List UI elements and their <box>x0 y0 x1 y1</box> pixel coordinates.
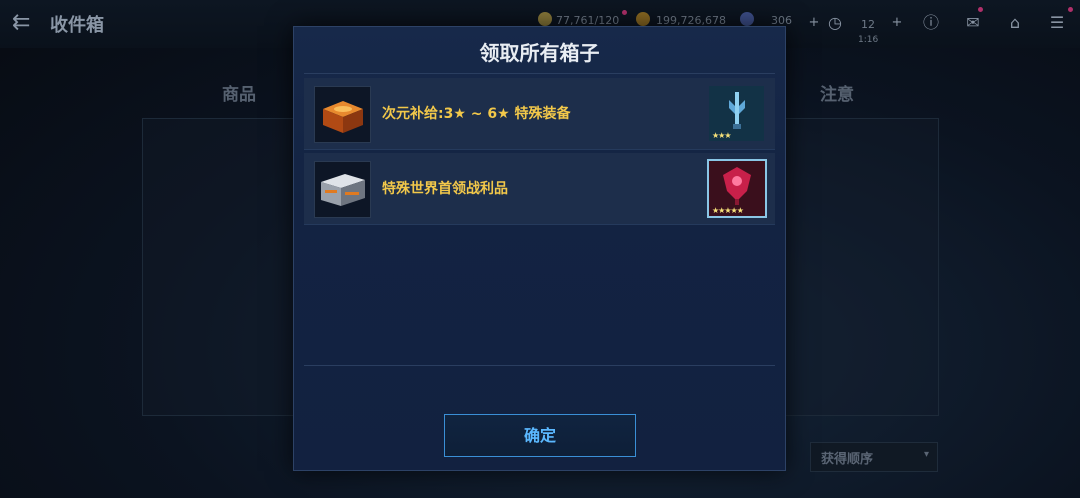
dialog-title: 领取所有箱子 <box>479 41 600 65</box>
boss-loot-item-icon: ★★★★★ <box>707 159 767 218</box>
loot-case-icon <box>314 161 371 218</box>
sort-label: 获得顺序 <box>821 452 874 467</box>
chat-icon[interactable]: ✉ <box>962 12 984 34</box>
home-icon[interactable]: ⌂ <box>1004 12 1026 34</box>
menu-badge <box>1068 7 1073 12</box>
confirm-button[interactable]: 确定 <box>444 414 636 457</box>
reward-row: 次元补给:3★ ~ 6★ 特殊装备 ★★★ <box>304 78 775 150</box>
column-header-items: 商品 <box>222 85 256 105</box>
add-crystal-icon[interactable]: + <box>803 12 825 34</box>
gold-icon <box>636 12 650 26</box>
timer-time: 1:16 <box>858 35 879 45</box>
menu-icon[interactable]: ☰ <box>1046 12 1068 34</box>
back-arrow-icon[interactable]: ⇇ <box>12 10 38 36</box>
rating-stars: ★★★ <box>712 131 731 140</box>
chevron-down-icon: ▾ <box>923 449 929 460</box>
rating-stars: ★★★★★ <box>712 206 744 215</box>
crystal-icon <box>740 12 754 26</box>
reward-label: 特殊世界首领战利品 <box>382 181 508 197</box>
alert-icon[interactable]: ⓘ <box>920 12 942 34</box>
reward-row: 特殊世界首领战利品 ★★★★★ <box>304 153 775 225</box>
add-timer-icon[interactable]: + <box>886 12 908 34</box>
timer-count: 12 <box>861 18 875 31</box>
footer-divider <box>304 365 775 366</box>
sort-dropdown[interactable]: 获得顺序 ▾ <box>810 442 938 472</box>
claim-all-dialog: 领取所有箱子 次元补给:3★ ~ 6★ 特殊装备 ★★★ 特殊世界首领战利品 ★… <box>293 26 786 471</box>
page-title: 收件箱 <box>50 15 104 36</box>
chat-badge <box>978 7 983 12</box>
timer-icon: ◷ <box>828 13 842 32</box>
energy-badge <box>622 10 627 15</box>
column-header-notes: 注意 <box>820 85 854 105</box>
energy-icon <box>538 12 552 26</box>
title-divider <box>304 73 775 74</box>
gear-item-icon: ★★★ <box>709 86 764 141</box>
supply-crate-icon <box>314 86 371 143</box>
reward-label: 次元补给:3★ ~ 6★ 特殊装备 <box>382 106 571 122</box>
